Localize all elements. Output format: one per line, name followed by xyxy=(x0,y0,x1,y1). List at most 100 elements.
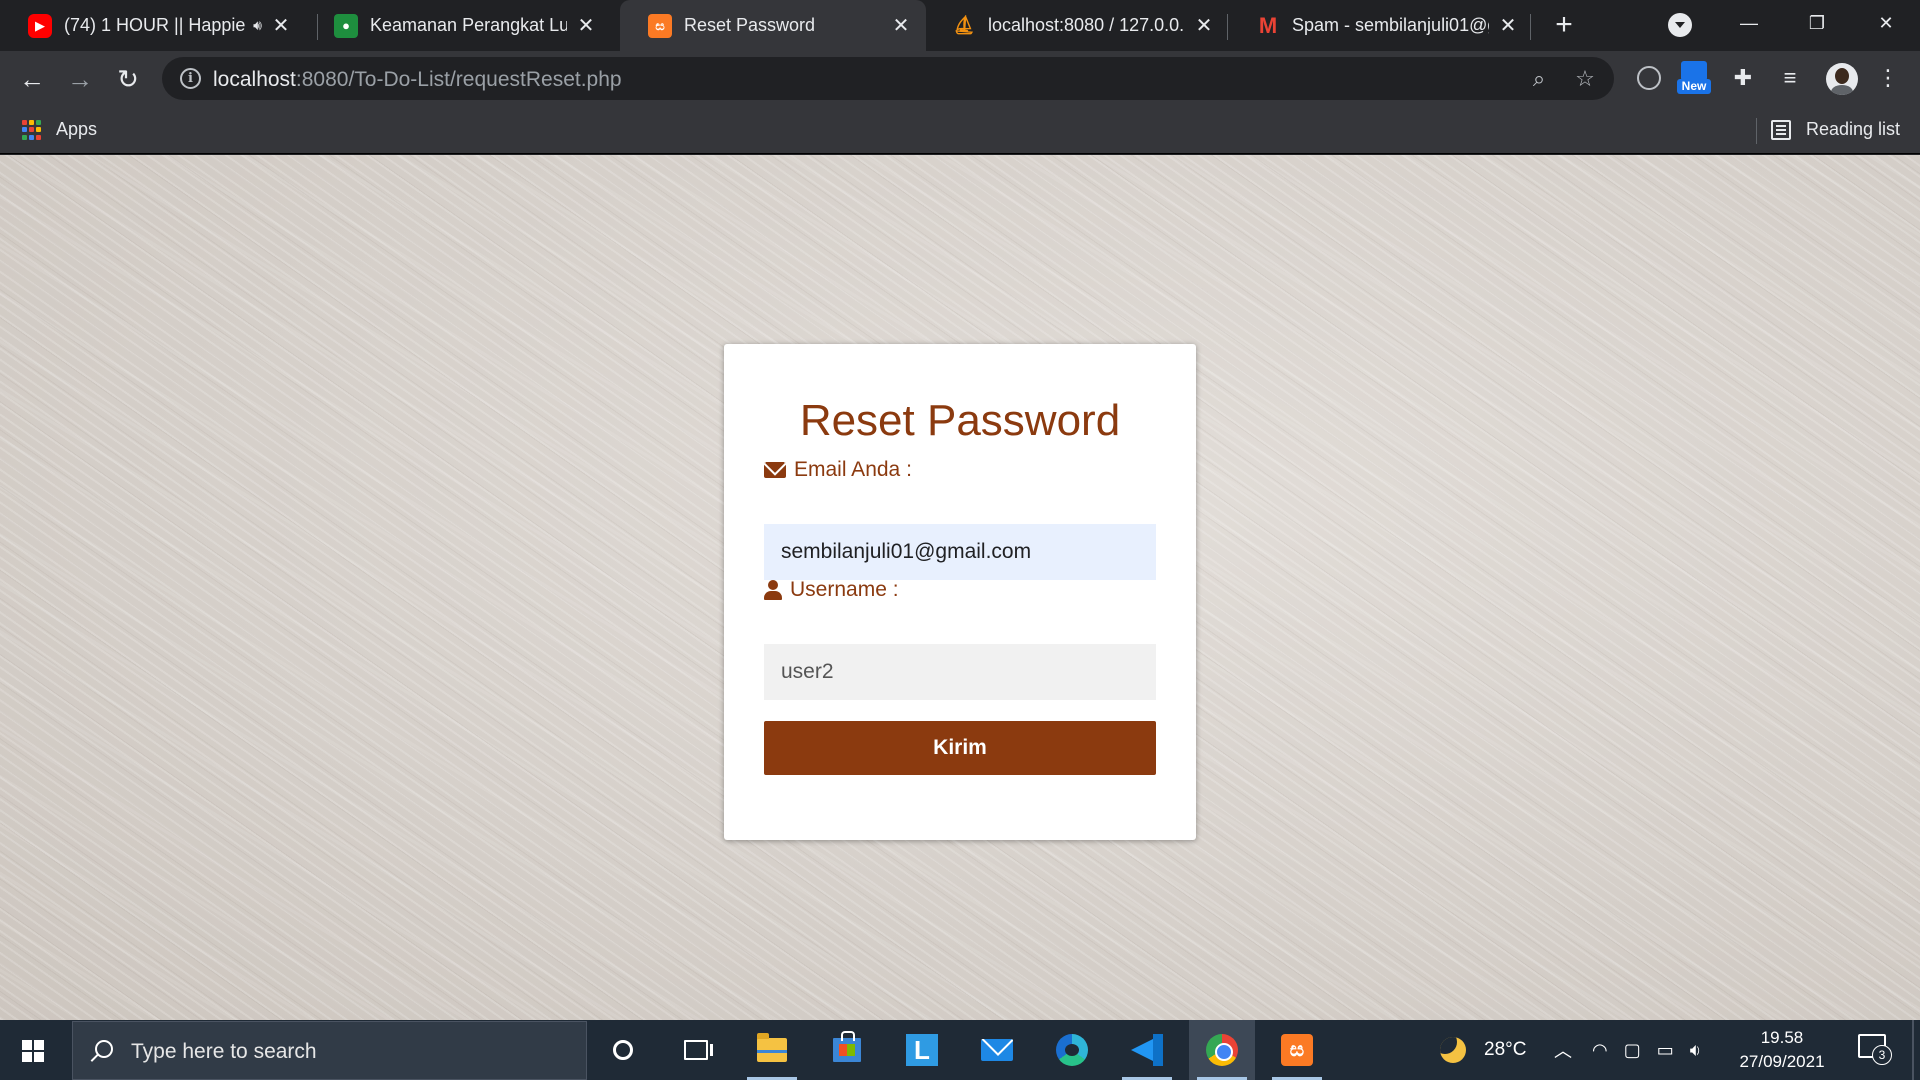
search-icon xyxy=(95,1040,113,1058)
chrome-icon xyxy=(1206,1034,1238,1066)
store-button[interactable] xyxy=(814,1020,880,1080)
folder-icon xyxy=(757,1033,787,1062)
extension-new-badge[interactable]: New xyxy=(1677,61,1711,95)
url-host: localhost xyxy=(213,68,296,91)
mail-button[interactable] xyxy=(964,1020,1030,1080)
profile-avatar[interactable] xyxy=(1826,63,1858,95)
xampp-icon: ස xyxy=(1281,1034,1313,1066)
address-bar[interactable]: i localhost:8080/To-Do-List/requestReset… xyxy=(162,57,1614,100)
tab-title: (74) 1 HOUR || Happie xyxy=(64,15,246,35)
page-background: Reset Password Email Anda : Username : K… xyxy=(0,155,1920,1020)
email-field[interactable] xyxy=(764,524,1156,580)
tray-icons: ︿ ◠ ▢ ▭ 🔉︎ xyxy=(1554,1020,1701,1080)
temperature-text: 28°C xyxy=(1484,1039,1527,1060)
forward-icon[interactable]: → xyxy=(62,61,98,97)
close-tab-icon[interactable]: ✕ xyxy=(890,13,912,38)
classroom-icon: ● xyxy=(334,13,358,38)
tab-strip: ▶ (74) 1 HOUR || Happie 🔊︎ ✕ ● Keamanan … xyxy=(0,0,1920,51)
moon-weather-icon xyxy=(1440,1037,1466,1063)
zoom-icon[interactable]: ⌕ xyxy=(1526,66,1552,92)
tab-classroom[interactable]: ● Keamanan Perangkat Luna ✕ xyxy=(306,0,611,51)
notifications-icon[interactable]: 3 xyxy=(1858,1034,1892,1065)
store-icon xyxy=(833,1031,861,1062)
mail-icon xyxy=(981,1039,1013,1061)
clock[interactable]: 19.58 27/09/2021 xyxy=(1727,1026,1837,1074)
clock-date: 27/09/2021 xyxy=(1739,1052,1825,1071)
chrome-button[interactable] xyxy=(1189,1020,1255,1080)
tab-youtube[interactable]: ▶ (74) 1 HOUR || Happie 🔊︎ ✕ xyxy=(0,0,306,51)
username-field[interactable] xyxy=(764,644,1156,700)
taskbar-search-box[interactable]: Type here to search xyxy=(72,1021,587,1080)
reading-list-icon[interactable] xyxy=(1771,120,1791,140)
menu-kebab-icon[interactable]: ⋮ xyxy=(1873,63,1903,93)
globe-extension-icon[interactable] xyxy=(1637,66,1661,90)
username-label-text: Username : xyxy=(790,578,899,601)
vscode-icon xyxy=(1131,1034,1163,1066)
close-tab-icon[interactable]: ✕ xyxy=(1193,13,1215,38)
url-text[interactable]: localhost:8080/To-Do-List/requestReset.p… xyxy=(213,68,622,92)
weather-widget[interactable]: 28°C xyxy=(1440,1020,1526,1080)
task-view-icon xyxy=(684,1040,713,1060)
phpmyadmin-icon: ⛵︎ xyxy=(952,15,976,35)
close-window-icon[interactable]: ✕ xyxy=(1866,6,1906,40)
apps-grid-icon[interactable] xyxy=(22,120,42,140)
email-label: Email Anda : xyxy=(764,458,912,482)
cortana-button[interactable] xyxy=(590,1020,656,1080)
site-info-icon[interactable]: i xyxy=(180,68,201,89)
wifi-icon[interactable]: ◠ xyxy=(1592,1040,1608,1061)
chevron-up-icon[interactable]: ︿ xyxy=(1554,1037,1572,1063)
battery-icon[interactable]: ▭ xyxy=(1657,1040,1674,1061)
bookmarks-bar: Apps Reading list xyxy=(0,106,1920,154)
extension-icon xyxy=(1681,61,1707,81)
volume-icon[interactable]: 🔉︎ xyxy=(1690,1040,1701,1061)
close-tab-icon[interactable]: ✕ xyxy=(1497,13,1519,38)
close-tab-icon[interactable]: ✕ xyxy=(575,13,597,38)
show-desktop-button[interactable] xyxy=(1912,1020,1914,1080)
user-icon xyxy=(764,580,782,600)
extensions-puzzle-icon[interactable]: ✚ xyxy=(1728,63,1758,93)
bookmark-star-icon[interactable]: ☆ xyxy=(1572,66,1598,92)
tab-title: Reset Password xyxy=(684,15,816,35)
tab-title: localhost:8080 / 127.0.0.1 xyxy=(988,15,1185,35)
tab-search-icon[interactable] xyxy=(1668,13,1692,37)
gmail-icon: M xyxy=(1258,12,1278,38)
clock-time: 19.58 xyxy=(1760,1028,1804,1047)
username-label: Username : xyxy=(764,578,899,602)
restore-icon[interactable]: ❐ xyxy=(1797,6,1837,40)
speaker-icon[interactable]: 🔊︎ xyxy=(253,17,262,34)
windows-start-icon[interactable] xyxy=(22,1040,44,1062)
edge-button[interactable] xyxy=(1039,1020,1105,1080)
url-path: :8080/To-Do-List/requestReset.php xyxy=(295,68,622,91)
reset-password-card: Reset Password Email Anda : Username : K… xyxy=(724,344,1196,840)
browser-toolbar: ← → ↻ i localhost:8080/To-Do-List/reques… xyxy=(0,51,1920,106)
reading-list-button[interactable]: Reading list xyxy=(1806,119,1900,140)
tab-phpmyadmin[interactable]: ⛵︎ localhost:8080 / 127.0.0.1 ✕ xyxy=(924,0,1229,51)
new-tab-button[interactable]: + xyxy=(1546,8,1582,44)
tab-title: Keamanan Perangkat Luna xyxy=(370,15,567,35)
xampp-button[interactable]: ස xyxy=(1264,1020,1330,1080)
windows-taskbar: Type here to search L ස 28°C ︿ ◠ ▢ ▭ 🔉︎ … xyxy=(0,1020,1920,1080)
l-app-button[interactable]: L xyxy=(889,1020,955,1080)
tab-separator xyxy=(1530,14,1531,40)
xampp-icon: ස xyxy=(648,13,672,38)
media-control-icon[interactable]: ≡ xyxy=(1775,63,1805,93)
submit-button[interactable]: Kirim xyxy=(764,721,1156,775)
close-tab-icon[interactable]: ✕ xyxy=(270,13,292,38)
youtube-icon: ▶ xyxy=(28,13,52,38)
apps-bookmark[interactable]: Apps xyxy=(56,119,97,140)
back-icon[interactable]: ← xyxy=(14,61,50,97)
envelope-icon xyxy=(764,462,786,478)
tab-reset-password[interactable]: ස Reset Password ✕ xyxy=(620,0,926,51)
edge-icon xyxy=(1056,1034,1088,1066)
search-placeholder: Type here to search xyxy=(131,1040,317,1063)
file-explorer-button[interactable] xyxy=(739,1020,805,1080)
notification-count-badge: 3 xyxy=(1872,1045,1892,1065)
email-label-text: Email Anda : xyxy=(794,458,912,481)
meet-now-icon[interactable]: ▢ xyxy=(1624,1040,1641,1061)
page-title: Reset Password xyxy=(799,396,1121,445)
minimize-icon[interactable]: — xyxy=(1729,6,1769,40)
vscode-button[interactable] xyxy=(1114,1020,1180,1080)
reload-icon[interactable]: ↻ xyxy=(110,61,146,97)
tab-gmail[interactable]: M Spam - sembilanjuli01@g ✕ xyxy=(1228,0,1533,51)
task-view-button[interactable] xyxy=(663,1020,729,1080)
